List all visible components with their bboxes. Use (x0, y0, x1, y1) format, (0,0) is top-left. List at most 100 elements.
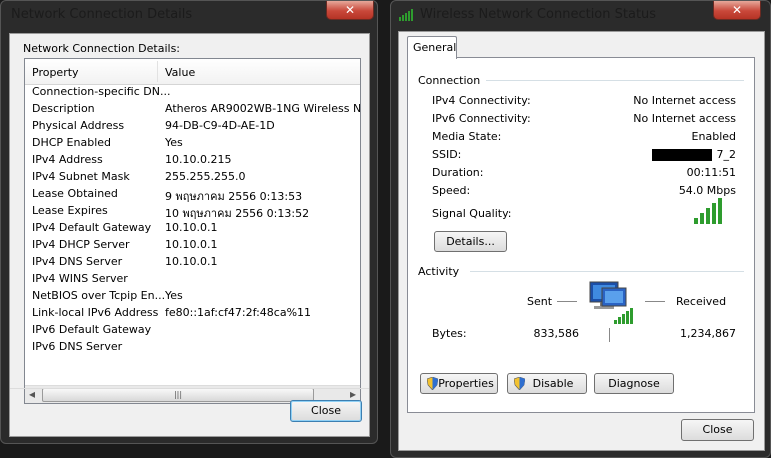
diagnose-button[interactable]: Diagnose (594, 373, 674, 394)
shield-icon (427, 377, 438, 390)
row-value: Yes (165, 289, 183, 302)
column-header-value[interactable]: Value (165, 66, 195, 79)
field-value: 00:11:51 (686, 166, 736, 179)
received-label: Received (676, 295, 727, 308)
redacted-ssid-block (652, 149, 712, 161)
row-property: Lease Expires (32, 204, 108, 217)
shield-icon (514, 377, 525, 390)
details-heading: Network Connection Details: (23, 42, 181, 55)
column-header-property[interactable]: Property (32, 66, 79, 79)
table-row[interactable]: IPv4 Subnet Mask 255.255.255.0 (25, 169, 360, 186)
row-value: 10.10.0.1 (165, 238, 218, 251)
table-row[interactable]: Description Atheros AR9002WB-1NG Wireless… (25, 101, 360, 118)
signal-bar (706, 208, 710, 224)
table-row[interactable]: NetBIOS over Tcpip En... Yes (25, 288, 360, 305)
table-row[interactable]: IPv4 DNS Server 10.10.0.1 (25, 254, 360, 271)
connection-heading: Connection (418, 74, 481, 87)
details-titlebar[interactable]: Network Connection Details ✕ (1, 1, 377, 29)
details-list[interactable]: Property Value Connection-specific DN...… (24, 58, 361, 404)
row-value: 94-DB-C9-4D-AE-1D (165, 119, 275, 132)
sent-label: Sent (527, 295, 553, 308)
field-value: Enabled (691, 130, 736, 143)
properties-button-label: Properties (438, 377, 494, 390)
field-value: No Internet access (633, 112, 736, 125)
field-value: 7_2 (716, 148, 737, 161)
activity-heading: Activity (418, 265, 460, 278)
table-row[interactable]: IPv4 Address 10.10.0.215 (25, 152, 360, 169)
details-list-header: Property Value (25, 59, 360, 85)
field-value: No Internet access (633, 94, 736, 107)
activity-divider (470, 271, 744, 272)
row-property: IPv6 Default Gateway (32, 323, 152, 336)
row-property: Link-local IPv6 Address (32, 306, 159, 319)
row-property: Physical Address (32, 119, 125, 132)
table-row[interactable]: IPv6 DNS Server (25, 339, 360, 356)
field-label: Duration: (432, 166, 484, 179)
field-label: SSID: (432, 148, 462, 161)
table-row[interactable]: IPv4 Default Gateway 10.10.0.1 (25, 220, 360, 237)
row-value: Atheros AR9002WB-1NG Wireless Netwo (165, 102, 360, 115)
row-property: NetBIOS over Tcpip En... (32, 289, 166, 302)
table-row[interactable]: Link-local IPv6 Address fe80::1af:cf47:2f… (25, 305, 360, 322)
details-client-area: Network Connection Details: Property Val… (9, 33, 370, 437)
status-window: Wireless Network Connection Status ✕ Gen… (390, 0, 771, 458)
row-value: 10.10.0.1 (165, 221, 218, 234)
row-property: Lease Obtained (32, 187, 118, 200)
sent-line (557, 301, 577, 302)
signal-quality-label: Signal Quality: (432, 207, 512, 220)
status-close-icon[interactable]: ✕ (713, 1, 761, 20)
table-row[interactable]: Lease Obtained 9 พฤษภาคม 2556 0:13:53 (25, 186, 360, 203)
tab-panel: Connection IPv4 Connectivity: No Internet… (407, 57, 755, 413)
status-window-title: Wireless Network Connection Status (420, 7, 657, 22)
field-label: IPv4 Connectivity: (432, 94, 531, 107)
row-property: IPv4 Subnet Mask (32, 170, 130, 183)
bytes-sent-value: 833,586 (533, 327, 580, 340)
status-close-button[interactable]: Close (681, 419, 754, 441)
details-button[interactable]: Details... (434, 231, 507, 252)
row-property: DHCP Enabled (32, 136, 112, 149)
signal-bar (712, 203, 716, 224)
scroll-right-icon[interactable]: ▸ (350, 387, 356, 401)
row-property: IPv4 Default Gateway (32, 221, 152, 234)
signal-bar (700, 213, 704, 224)
table-row[interactable]: DHCP Enabled Yes (25, 135, 360, 152)
scroll-left-icon[interactable]: ◂ (29, 387, 35, 401)
table-row[interactable]: IPv6 Default Gateway (25, 322, 360, 339)
table-row[interactable]: Lease Expires 10 พฤษภาคม 2556 0:13:52 (25, 203, 360, 220)
column-divider[interactable] (157, 61, 158, 82)
details-window: Network Connection Details ✕ Network Con… (0, 0, 378, 444)
disable-button[interactable]: Disable (507, 373, 587, 394)
status-titlebar[interactable]: Wireless Network Connection Status ✕ (391, 1, 770, 29)
scroll-grip-icon: ||| (173, 390, 183, 399)
row-value: 10.10.0.215 (165, 153, 232, 166)
status-client-area: General Connection IPv4 Connectivity: No … (398, 31, 765, 451)
details-footer-separator (10, 388, 369, 389)
signal-bar (694, 218, 698, 224)
connection-divider (486, 80, 744, 81)
row-property: IPv4 DHCP Server (32, 238, 130, 251)
table-row[interactable]: IPv4 WINS Server (25, 271, 360, 288)
table-row[interactable]: Connection-specific DN... (25, 84, 360, 101)
row-value: fe80::1af:cf47:2f:48ca%11 (165, 306, 312, 319)
bytes-received-value: 1,234,867 (680, 327, 736, 340)
details-window-title: Network Connection Details (11, 7, 193, 22)
network-computer-icon (589, 281, 633, 324)
signal-quality-icon (694, 198, 722, 224)
tab-general[interactable]: General (407, 36, 457, 59)
table-row[interactable]: Physical Address 94-DB-C9-4D-AE-1D (25, 118, 360, 135)
details-close-icon[interactable]: ✕ (326, 1, 374, 20)
received-line (645, 301, 665, 302)
field-label: Media State: (432, 130, 502, 143)
row-property: Description (32, 102, 95, 115)
details-close-button[interactable]: Close (290, 400, 362, 422)
wireless-signal-icon (399, 9, 413, 21)
row-value: 10.10.0.1 (165, 255, 218, 268)
properties-button[interactable]: Properties (420, 373, 498, 394)
row-property: IPv4 Address (32, 153, 103, 166)
row-property: IPv4 DNS Server (32, 255, 123, 268)
table-row[interactable]: IPv4 DHCP Server 10.10.0.1 (25, 237, 360, 254)
scroll-thumb[interactable]: ||| (42, 388, 314, 402)
field-label: IPv6 Connectivity: (432, 112, 531, 125)
signal-bar (718, 198, 722, 224)
field-value: 54.0 Mbps (678, 184, 736, 197)
